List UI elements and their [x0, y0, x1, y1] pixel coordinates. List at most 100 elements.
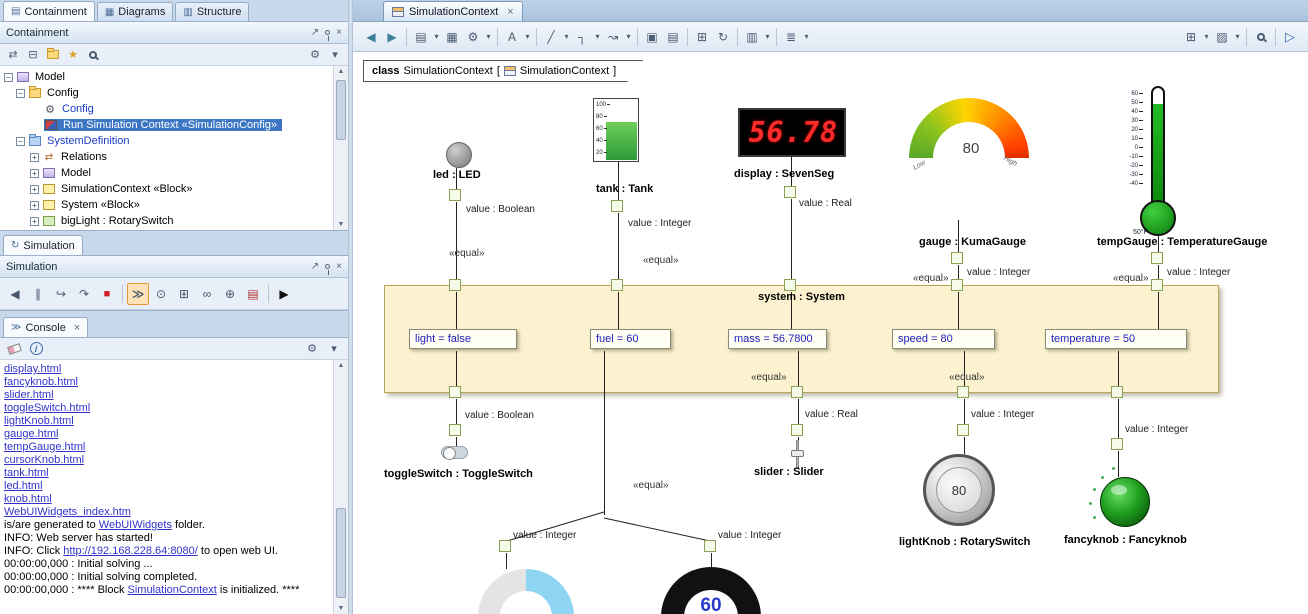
- favorites-icon[interactable]: ★: [64, 46, 82, 64]
- port-fancyknob[interactable]: [1111, 438, 1123, 450]
- style-caret-icon[interactable]: ▾: [1233, 26, 1242, 48]
- console-link[interactable]: knob.html: [4, 493, 52, 505]
- console-scrollbar[interactable]: ▲ ▼: [333, 360, 348, 614]
- console-link[interactable]: tempGauge.html: [4, 441, 85, 453]
- oblique-caret-icon[interactable]: ▾: [562, 26, 571, 48]
- rectilinear-caret-icon[interactable]: ▾: [593, 26, 602, 48]
- port-system-mass-top[interactable]: [784, 279, 796, 291]
- thermometer-widget[interactable]: [1151, 86, 1165, 206]
- scroll-up-icon[interactable]: ▲: [334, 362, 348, 369]
- tree-item-config[interactable]: Config: [0, 101, 348, 117]
- model-browser-caret-icon[interactable]: ▾: [432, 26, 441, 48]
- console-link[interactable]: http://192.168.228.64:8080/: [63, 545, 198, 557]
- scrollbar-thumb[interactable]: [336, 80, 346, 140]
- tree-settings-caret-icon[interactable]: ▾: [326, 46, 344, 64]
- port-system-temperature-top[interactable]: [1151, 279, 1163, 291]
- console-link[interactable]: fancyknob.html: [4, 376, 78, 388]
- tab-structure[interactable]: ▥ Structure: [175, 2, 249, 21]
- close-tab-icon[interactable]: ×: [507, 6, 513, 18]
- variables-button[interactable]: ⊞: [173, 283, 195, 305]
- zoom-button[interactable]: [1251, 26, 1271, 48]
- console-link[interactable]: tank.html: [4, 467, 49, 479]
- fancyknob-widget[interactable]: [1100, 477, 1150, 527]
- animation-options-button[interactable]: ⊙: [150, 283, 172, 305]
- collapse-expander-icon[interactable]: −: [16, 137, 25, 146]
- tree-item-biglight[interactable]: + bigLight : RotarySwitch: [0, 213, 348, 229]
- console-settings-gear-icon[interactable]: ⚙: [303, 340, 321, 358]
- layout-caret-icon[interactable]: ▾: [1202, 26, 1211, 48]
- swimlane-caret-icon[interactable]: ▾: [763, 26, 772, 48]
- port-system-mass-bottom[interactable]: [791, 386, 803, 398]
- console-link[interactable]: led.html: [4, 480, 43, 492]
- scroll-up-icon[interactable]: ▲: [334, 68, 348, 75]
- port-display[interactable]: [784, 186, 796, 198]
- breakpoints-link-button[interactable]: ∞: [196, 283, 218, 305]
- tree-item-run-simulation-context[interactable]: Run Simulation Context «SimulationConfig…: [0, 117, 348, 133]
- tree-item-simulationcontext-block[interactable]: + SimulationContext «Block»: [0, 181, 348, 197]
- forward-button[interactable]: ▶: [382, 26, 402, 48]
- copy-button[interactable]: ▣: [642, 26, 662, 48]
- knob-widget[interactable]: 60: [661, 567, 761, 614]
- prev-button[interactable]: ◀: [4, 283, 26, 305]
- open-in-diagram-icon[interactable]: [44, 46, 62, 64]
- rectilinear-path-button[interactable]: ┐: [572, 26, 592, 48]
- style-button[interactable]: ▨: [1212, 26, 1232, 48]
- port-system-light-bottom[interactable]: [449, 386, 461, 398]
- search-icon[interactable]: [84, 46, 102, 64]
- close-panel-icon[interactable]: ×: [336, 261, 342, 272]
- step-over-button[interactable]: ↷: [73, 283, 95, 305]
- show-diagram-button[interactable]: ▦: [442, 26, 462, 48]
- float-panel-icon[interactable]: ↗: [311, 261, 319, 272]
- model-browser-button[interactable]: ▤: [411, 26, 431, 48]
- value-temperature[interactable]: temperature = 50: [1045, 329, 1187, 349]
- containment-button[interactable]: ⊞: [692, 26, 712, 48]
- pause-button[interactable]: ∥: [27, 283, 49, 305]
- toggleswitch-widget[interactable]: [441, 446, 468, 459]
- slider-widget[interactable]: [790, 440, 805, 468]
- expand-expander-icon[interactable]: +: [30, 169, 39, 178]
- value-fuel[interactable]: fuel = 60: [590, 329, 671, 349]
- bezier-caret-icon[interactable]: ▾: [624, 26, 633, 48]
- scrollbar-thumb[interactable]: [336, 508, 346, 598]
- close-tab-icon[interactable]: ×: [74, 322, 80, 334]
- tree-settings-gear-icon[interactable]: ⚙: [306, 46, 324, 64]
- tank-widget[interactable]: 10080604020: [593, 98, 639, 162]
- float-panel-icon[interactable]: ↗: [311, 27, 319, 38]
- pin-icon[interactable]: [325, 261, 330, 272]
- tree-item-system-block[interactable]: + System «Block»: [0, 197, 348, 213]
- tab-containment[interactable]: ▤ Containment: [3, 1, 95, 21]
- port-system-speed-bottom[interactable]: [957, 386, 969, 398]
- console-link[interactable]: display.html: [4, 363, 61, 375]
- diagram-canvas[interactable]: class SimulationContext [ SimulationCont…: [353, 52, 1308, 614]
- sevenseg-widget[interactable]: 56.78: [738, 108, 846, 157]
- sessions-button[interactable]: ▤: [242, 283, 264, 305]
- step-into-button[interactable]: ↪: [50, 283, 72, 305]
- tab-simulationcontext-diagram[interactable]: SimulationContext ×: [383, 1, 523, 21]
- led-widget[interactable]: [446, 142, 472, 168]
- console-link[interactable]: toggleSwitch.html: [4, 402, 90, 414]
- port-slider[interactable]: [791, 424, 803, 436]
- port-system-fuel-top[interactable]: [611, 279, 623, 291]
- collapse-expander-icon[interactable]: −: [16, 89, 25, 98]
- port-system-light-top[interactable]: [449, 279, 461, 291]
- trigger-button[interactable]: ▶: [273, 283, 295, 305]
- collapse-expander-icon[interactable]: −: [4, 73, 13, 82]
- bezier-path-button[interactable]: ↝: [603, 26, 623, 48]
- oblique-path-button[interactable]: ╱: [541, 26, 561, 48]
- console-link[interactable]: gauge.html: [4, 428, 58, 440]
- paste-button[interactable]: ▤: [663, 26, 683, 48]
- diagram-options-caret-icon[interactable]: ▾: [484, 26, 493, 48]
- console-link[interactable]: WebUIWidgets: [99, 519, 172, 531]
- tab-simulation[interactable]: ↻ Simulation: [3, 235, 83, 255]
- expand-expander-icon[interactable]: +: [30, 153, 39, 162]
- scroll-down-icon[interactable]: ▼: [334, 605, 348, 612]
- console-link[interactable]: cursorKnob.html: [4, 454, 84, 466]
- scroll-down-icon[interactable]: ▼: [334, 221, 348, 228]
- run-simulation-button[interactable]: ▷: [1280, 26, 1300, 48]
- value-mass[interactable]: mass = 56.7800: [728, 329, 827, 349]
- console-link[interactable]: lightKnob.html: [4, 415, 74, 427]
- tree-item-relations[interactable]: + Relations: [0, 149, 348, 165]
- slider-thumb[interactable]: [791, 450, 804, 457]
- align-caret-icon[interactable]: ▾: [802, 26, 811, 48]
- console-link[interactable]: WebUIWidgets_index.htm: [4, 506, 131, 518]
